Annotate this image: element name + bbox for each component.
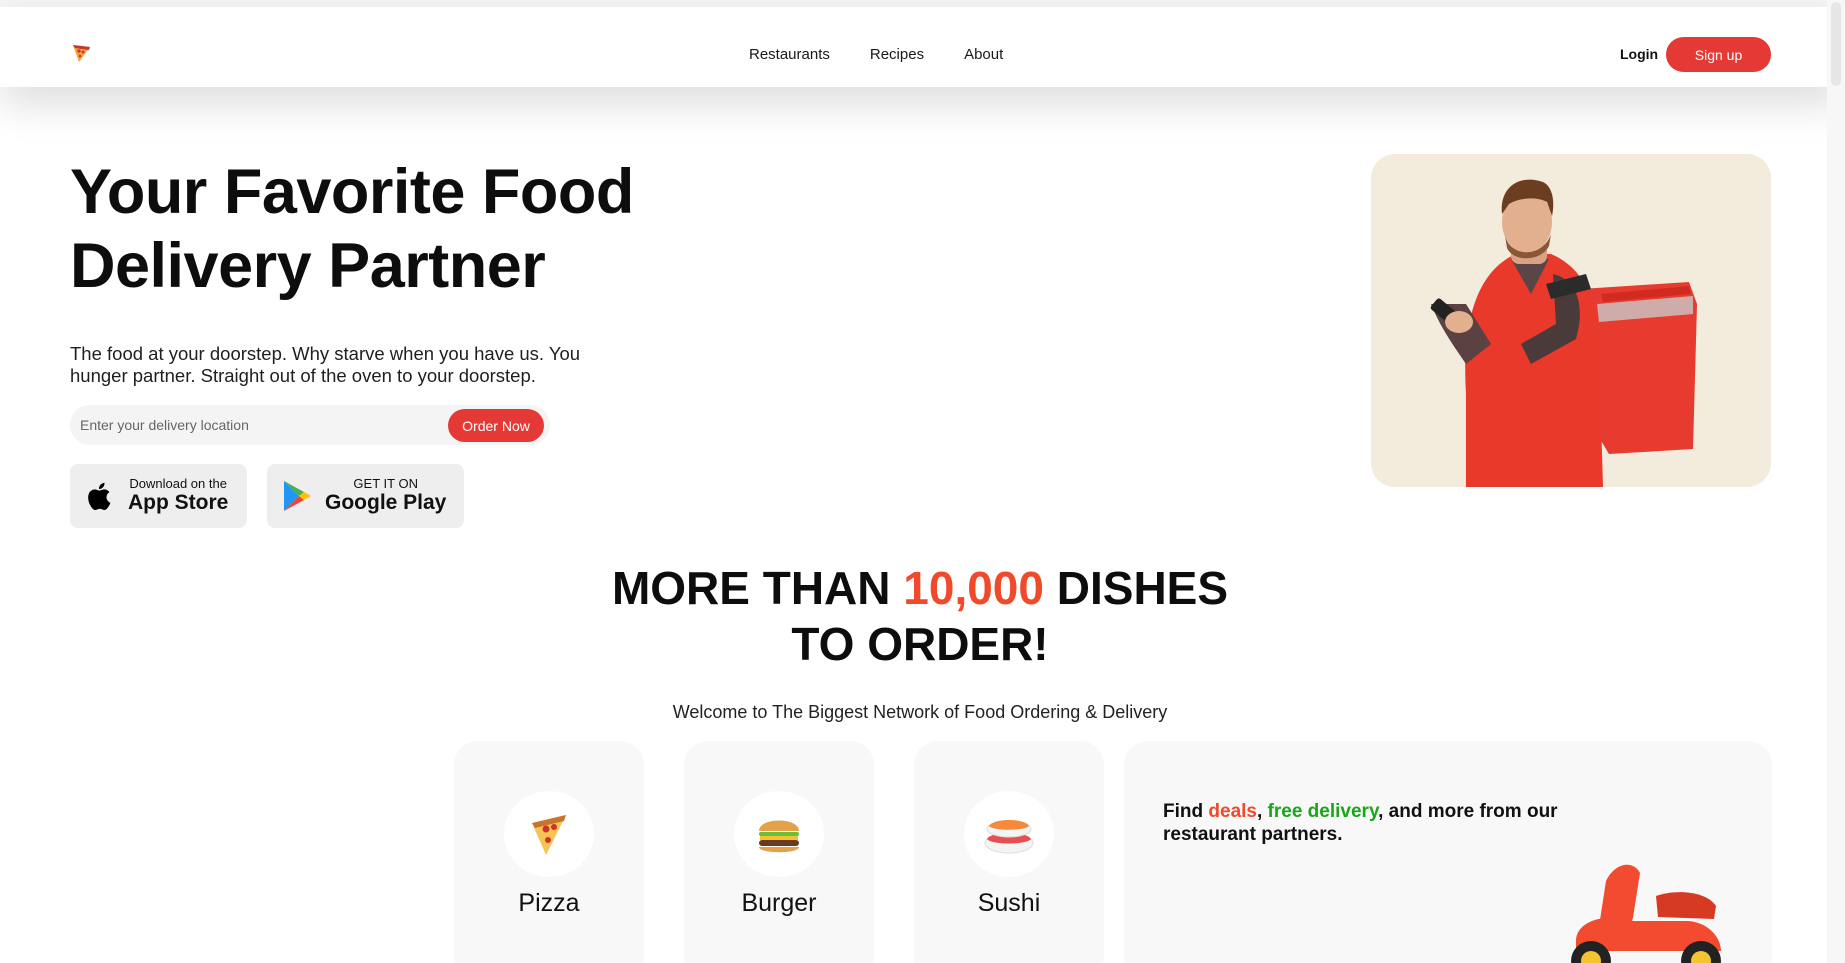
nav-recipes[interactable]: Recipes: [870, 46, 924, 63]
headline-line2: TO ORDER!: [791, 618, 1049, 670]
browser-top-strip: [0, 0, 1845, 7]
hero-title: Your Favorite Food Delivery Partner: [70, 155, 770, 303]
order-now-button[interactable]: Order Now: [448, 409, 544, 442]
delivery-man-illustration: [1430, 179, 1697, 487]
pizza-icon: [532, 815, 566, 855]
welcome-subline: Welcome to The Biggest Network of Food O…: [672, 702, 1168, 722]
burger-icon-circle: [734, 791, 824, 877]
category-card-burger[interactable]: Burger: [684, 741, 874, 963]
sushi-icon: [984, 820, 1034, 854]
scrollbar[interactable]: [1827, 0, 1845, 963]
scrollbar-thumb[interactable]: [1831, 2, 1841, 86]
signup-button[interactable]: Sign up: [1666, 37, 1771, 72]
deals-word: deals: [1208, 801, 1257, 822]
app-store-big: App Store: [128, 491, 229, 514]
nav-restaurants[interactable]: Restaurants: [749, 46, 830, 63]
apple-icon: [88, 482, 111, 511]
headline-part2: DISHES: [1043, 562, 1229, 614]
hero-title-line1: Your Favorite Food: [70, 157, 634, 227]
app-store-button[interactable]: Download on the App Store: [70, 464, 247, 528]
pizza-logo-icon[interactable]: [70, 42, 92, 64]
burger-icon: [759, 820, 799, 853]
hero-title-line2: Delivery Partner: [70, 231, 546, 301]
pizza-icon-circle: [504, 791, 594, 877]
main-nav: Restaurants Recipes About: [749, 46, 1003, 63]
deals-comma: ,: [1256, 801, 1268, 822]
deals-free-delivery: free delivery: [1267, 801, 1379, 822]
delivery-search: Order Now: [70, 405, 550, 445]
category-card-sushi[interactable]: Sushi: [914, 741, 1104, 963]
google-play-small: GET IT ON: [353, 476, 418, 491]
delivery-man-image: [1371, 154, 1771, 487]
deals-text: Find deals, free delivery, and more from…: [1163, 800, 1563, 846]
login-link[interactable]: Login: [1620, 46, 1658, 62]
delivery-location-input[interactable]: [80, 413, 430, 437]
hero-description: The food at your doorstep. Why starve wh…: [70, 343, 581, 386]
category-card-pizza[interactable]: Pizza: [454, 741, 644, 963]
app-store-text: Download on the App Store: [128, 477, 228, 515]
google-play-text: GET IT ON Google Play: [325, 477, 446, 515]
navbar: Restaurants Recipes About Login Sign up: [0, 7, 1845, 87]
google-play-button[interactable]: GET IT ON Google Play: [267, 464, 464, 528]
sushi-icon-circle: [964, 791, 1054, 877]
nav-about[interactable]: About: [964, 46, 1003, 63]
category-label-pizza: Pizza: [518, 889, 580, 917]
google-play-big: Google Play: [325, 491, 447, 514]
headline-accent: 10,000: [903, 562, 1044, 614]
app-store-small: Download on the: [129, 476, 227, 491]
dishes-headline: MORE THAN 10,000 DISHES TO ORDER!: [420, 560, 1420, 672]
google-play-icon: [284, 481, 311, 511]
deals-card[interactable]: Find deals, free delivery, and more from…: [1124, 741, 1772, 963]
scooter-icon: [1571, 864, 1721, 963]
category-label-sushi: Sushi: [977, 889, 1041, 917]
headline-part1: MORE THAN: [611, 562, 904, 614]
deals-find: Find: [1163, 801, 1209, 822]
category-label-burger: Burger: [741, 889, 817, 917]
